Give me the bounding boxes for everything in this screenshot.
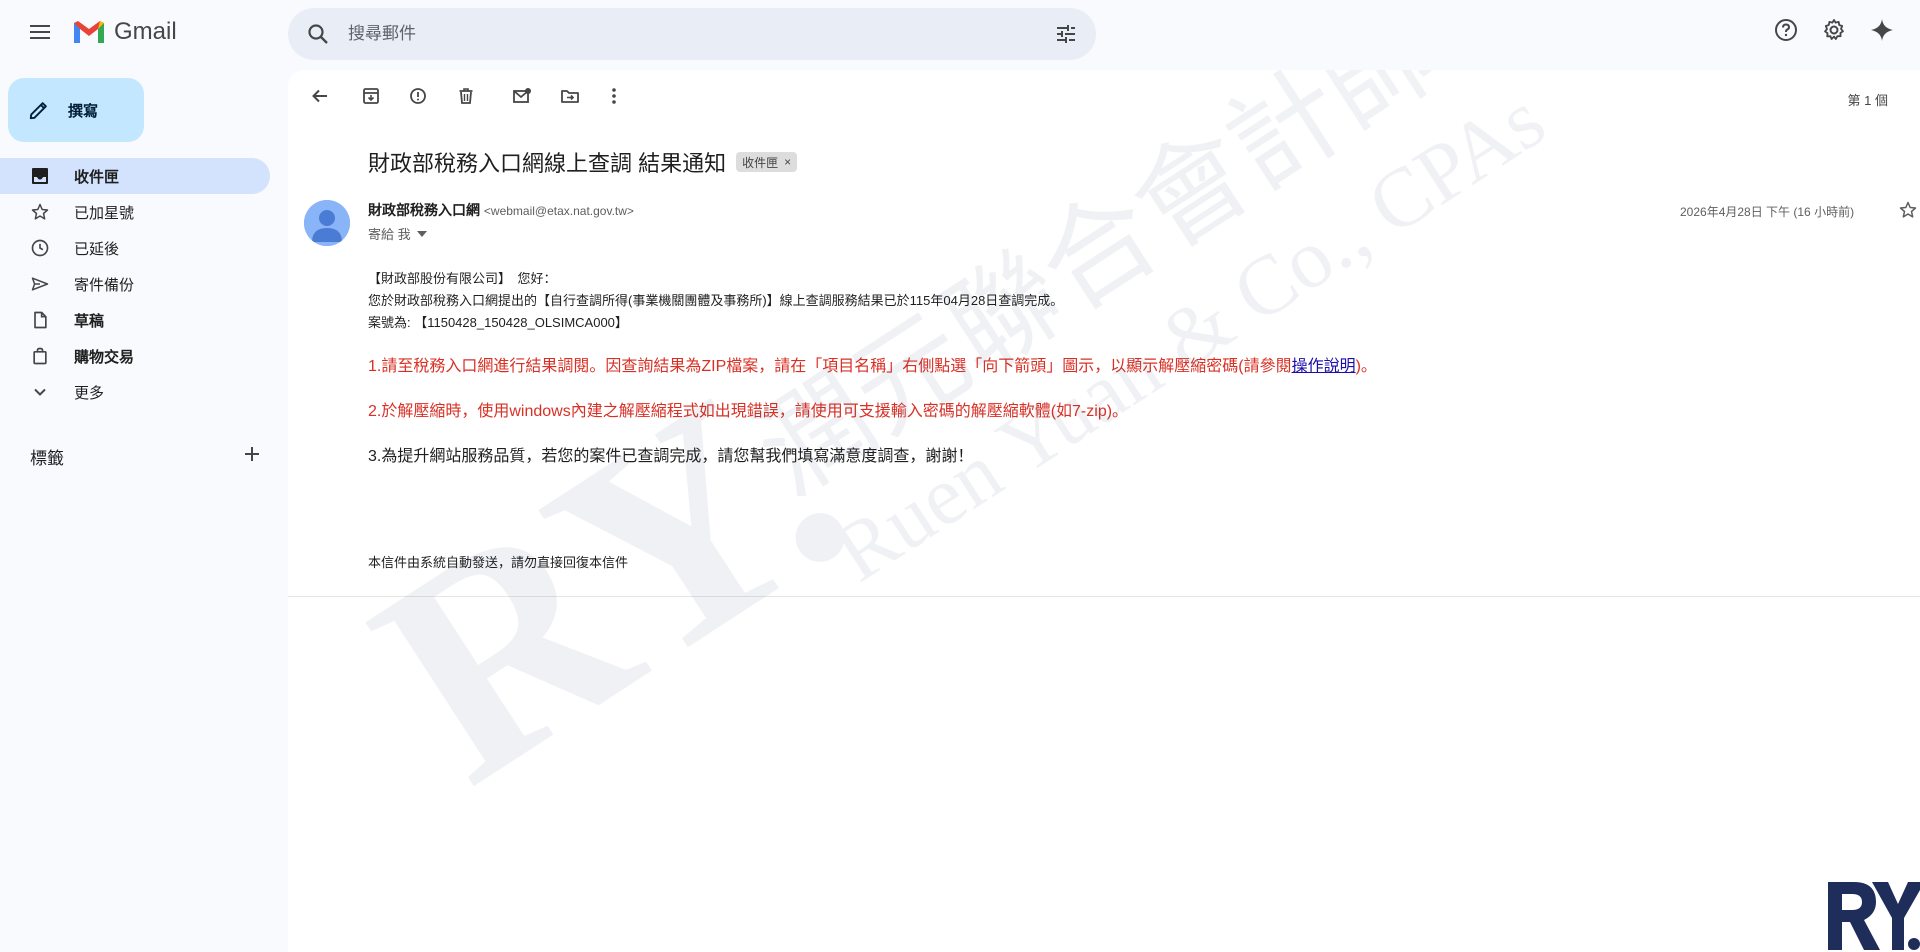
labels-section: 標籤 <box>30 444 260 469</box>
shopping-bag-icon <box>28 344 52 368</box>
firm-corner-logo <box>1828 882 1920 950</box>
sidebar-item-inbox[interactable]: 收件匣 <box>0 158 270 194</box>
instruction-2: 2.於解壓縮時，使用windows內建之解壓縮程式如出現錯誤，請使用可支援輸入密… <box>368 403 1129 420</box>
star-icon <box>28 200 52 224</box>
top-right-icons <box>1772 16 1896 44</box>
divider <box>288 596 1920 597</box>
email-toolbar: 第 1 個 <box>288 70 1920 122</box>
inbox-icon <box>28 164 52 188</box>
recipient-details-dropdown-icon[interactable] <box>416 230 427 237</box>
pencil-icon <box>29 102 47 120</box>
sidebar-item-sent[interactable]: 寄件備份 <box>0 266 270 302</box>
compose-label: 撰寫 <box>68 102 99 120</box>
search-icon[interactable] <box>306 22 330 51</box>
chevron-down-icon <box>28 380 52 404</box>
email-subject: 財政部稅務入口網線上查調 結果通知 <box>368 151 727 176</box>
email-view: 第 1 個 財政部稅務入口網線上查調 結果通知 收件匣 × 財政部稅務入口網 <… <box>288 70 1920 952</box>
inbox-chip-label: 收件匣 <box>742 155 779 170</box>
sidebar-item-label: 草稿 <box>74 312 105 330</box>
inbox-label-chip: 收件匣 × <box>736 152 798 172</box>
sidebar-item-starred[interactable]: 已加星號 <box>0 194 270 230</box>
compose-button[interactable]: 撰寫 <box>8 78 144 142</box>
sidebar-item-snoozed[interactable]: 已延後 <box>0 230 270 266</box>
case-number: 案號為: 【1150428_150428_OLSIMCA000】 <box>368 315 628 330</box>
gmail-brand-text: Gmail <box>114 18 177 45</box>
search-input[interactable] <box>348 8 988 60</box>
recipient-label: 寄給 我 <box>368 227 411 242</box>
back-arrow-icon[interactable] <box>308 84 332 108</box>
remove-label-icon[interactable]: × <box>784 155 791 169</box>
sidebar-item-label: 更多 <box>74 384 105 402</box>
sender-info: 財政部稅務入口網 <webmail@etax.nat.gov.tw> <box>368 200 634 220</box>
move-to-folder-icon[interactable] <box>558 84 582 108</box>
sidebar-item-label: 寄件備份 <box>74 276 135 294</box>
top-bar: Gmail <box>0 0 1920 64</box>
draft-icon <box>28 308 52 332</box>
sidebar-item-label: 收件匣 <box>74 168 120 186</box>
instruction-1-suffix: )。 <box>1355 358 1377 375</box>
archive-icon[interactable] <box>359 84 383 108</box>
email-date: 2026年4月28日 下午 (16 小時前) <box>1680 205 1855 219</box>
sender-email: <webmail@etax.nat.gov.tw> <box>483 204 634 218</box>
watermark-logo: RY. <box>323 310 898 845</box>
page-count: 第 1 個 <box>1847 93 1888 108</box>
mark-unread-icon[interactable] <box>510 84 534 108</box>
sender-name[interactable]: 財政部稅務入口網 <box>368 202 480 218</box>
sidebar-item-more[interactable]: 更多 <box>0 374 270 410</box>
sidebar-item-drafts[interactable]: 草稿 <box>0 302 270 338</box>
email-body-line: 您於財政部稅務入口網提出的【自行查調所得(事業機關團體及事務所)】線上查調服務結… <box>368 293 1064 308</box>
sidebar-item-label: 已延後 <box>74 240 120 258</box>
send-icon <box>28 272 52 296</box>
email-body-intro: 【財政部股份有限公司】 您好： 您於財政部稅務入口網提出的【自行查調所得(事業機… <box>368 268 1063 334</box>
star-toggle-icon[interactable] <box>1898 200 1918 225</box>
instruction-1: 1.請至稅務入口網進行結果調閱。因查詢結果為ZIP檔案，請在「項目名稱」右側點選… <box>368 352 1377 376</box>
sidebar-item-label: 已加星號 <box>74 204 135 222</box>
labels-heading: 標籤 <box>30 449 64 468</box>
add-label-icon[interactable] <box>244 446 260 467</box>
gmail-logo[interactable]: Gmail <box>72 18 177 46</box>
instructions-link[interactable]: 操作說明 <box>1292 358 1356 375</box>
gmail-m-icon <box>74 21 104 43</box>
help-icon[interactable] <box>1772 16 1800 44</box>
sidebar-nav: 收件匣 已加星號 已延後 寄件備份 草稿 購物交易 更多 <box>0 158 270 410</box>
sidebar-item-purchases[interactable]: 購物交易 <box>0 338 270 374</box>
delete-icon[interactable] <box>454 84 478 108</box>
sidebar-item-label: 購物交易 <box>74 348 135 366</box>
recipient-row[interactable]: 寄給 我 <box>368 224 427 243</box>
report-spam-icon[interactable] <box>406 84 430 108</box>
email-greeting: 【財政部股份有限公司】 您好： <box>368 271 557 286</box>
sender-avatar[interactable] <box>304 200 350 246</box>
settings-gear-icon[interactable] <box>1820 16 1848 44</box>
clock-icon <box>28 236 52 260</box>
instruction-3: 3.為提升網站服務品質，若您的案件已查調完成，請您幫我們填寫滿意度調查，謝謝！ <box>368 448 974 465</box>
gemini-sparkle-icon[interactable] <box>1868 16 1896 44</box>
search-bar[interactable] <box>288 8 1096 60</box>
more-options-icon[interactable] <box>602 84 626 108</box>
subject-row: 財政部稅務入口網線上查調 結果通知 收件匣 × <box>368 146 798 178</box>
main-menu-icon[interactable] <box>24 20 56 44</box>
search-options-icon[interactable] <box>1054 22 1078 51</box>
watermark-english: Ruen Yuan & Co., CPAs <box>818 73 1560 600</box>
instruction-1-text: 1.請至稅務入口網進行結果調閱。因查詢結果為ZIP檔案，請在「項目名稱」右側點選… <box>368 358 1292 375</box>
auto-send-notice: 本信件由系統自動發送，請勿直接回復本信件 <box>368 555 629 570</box>
